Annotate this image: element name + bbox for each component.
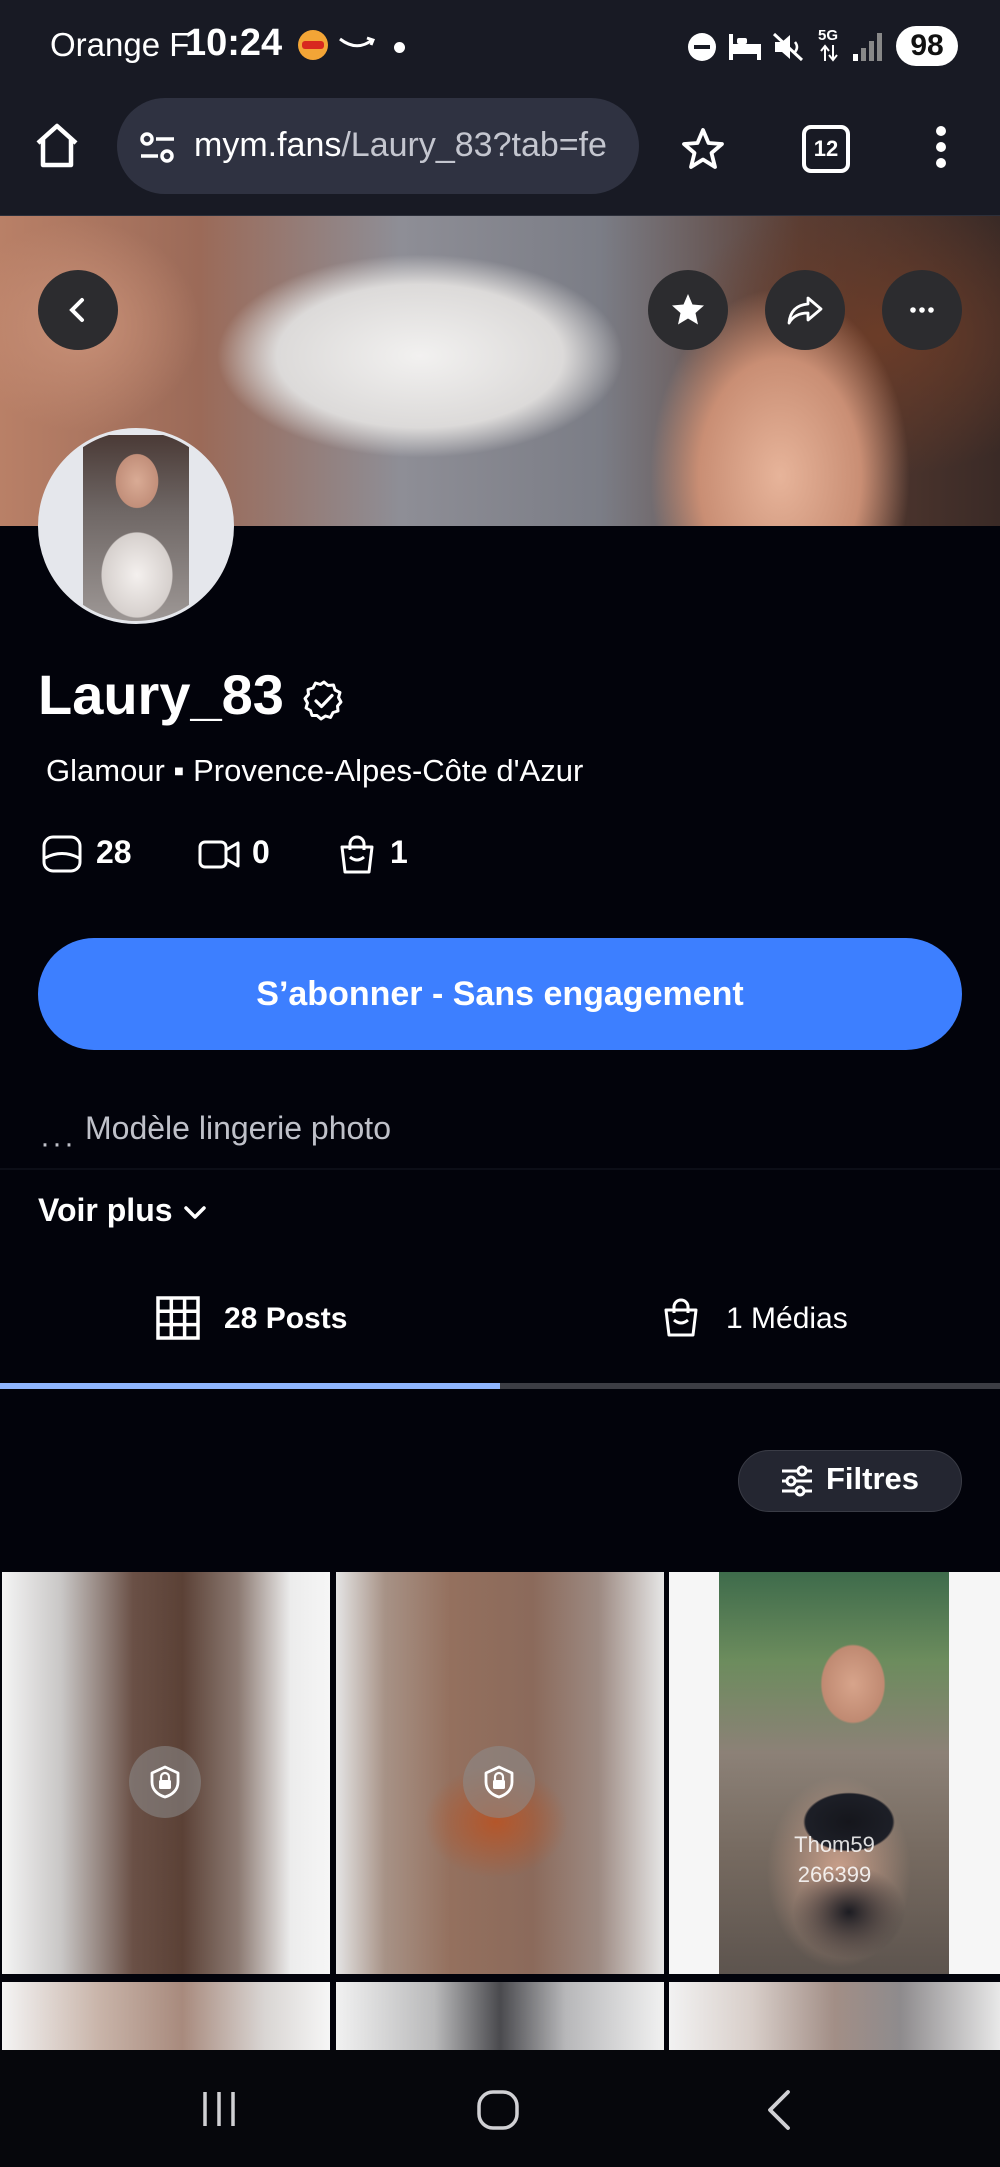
more-notifications-dot-icon — [394, 42, 405, 53]
filters-label[interactable]: Filtres — [826, 1461, 919, 1497]
video-icon — [198, 835, 240, 873]
tab-active-indicator — [0, 1383, 500, 1389]
shopping-bag-icon — [338, 835, 376, 875]
post-tile-photo[interactable]: Thom59 266399 — [669, 1572, 1000, 1974]
videos-count: 0 — [252, 834, 270, 870]
medias-count: 1 — [390, 834, 408, 870]
watermark-user: Thom59 — [794, 1832, 875, 1857]
browser-menu-icon[interactable] — [935, 126, 947, 168]
profile-location: Provence-Alpes-Côte d'Azur — [193, 753, 584, 788]
sleep-mode-icon — [727, 30, 763, 64]
url-text[interactable]: mym.fans/Laury_83?tab=fe — [194, 126, 607, 165]
avatar-photo — [83, 435, 189, 621]
back-arrow-icon — [69, 298, 84, 322]
photos-icon — [42, 835, 82, 873]
bag-icon[interactable] — [662, 1298, 700, 1338]
verified-badge-icon — [301, 678, 347, 724]
lock-icon — [150, 1765, 180, 1799]
clock: 10:24 — [185, 22, 283, 64]
bio-prefix: ··· — [40, 1127, 76, 1160]
profile-meta: Glamour ▪ Provence-Alpes-Côte d'Azur — [46, 753, 583, 789]
more-options-button[interactable] — [882, 270, 962, 350]
star-icon — [672, 294, 704, 325]
lock-badge — [463, 1746, 535, 1818]
bookmark-star-icon[interactable] — [680, 126, 726, 172]
battery-level: 98 — [896, 26, 958, 66]
post-tile-locked[interactable] — [336, 1572, 664, 1974]
profile-username: Laury_83 — [38, 663, 284, 726]
mute-icon — [771, 30, 805, 64]
photos-count: 28 — [96, 834, 132, 870]
do-not-disturb-icon — [687, 32, 717, 62]
share-button[interactable] — [765, 270, 845, 350]
url-path: /Laury_83?tab=fe — [341, 126, 607, 164]
share-arrow-icon — [787, 296, 823, 325]
meta-separator: ▪ — [173, 753, 185, 788]
lock-icon — [484, 1765, 514, 1799]
burger-king-notification-icon — [298, 30, 328, 60]
bio-text: Modèle lingerie photo — [85, 1110, 391, 1146]
data-transfer-icon — [819, 44, 839, 62]
back-nav-icon[interactable] — [764, 2089, 794, 2131]
url-host: mym.fans — [194, 126, 342, 164]
ellipsis-icon — [910, 307, 934, 313]
favorite-button[interactable] — [648, 270, 728, 350]
tab-posts[interactable]: 28 Posts — [224, 1302, 347, 1336]
post-tile[interactable] — [336, 1982, 664, 2050]
home-nav-icon[interactable] — [476, 2089, 520, 2131]
post-tile[interactable] — [669, 1982, 1000, 2050]
avatar[interactable] — [38, 428, 234, 624]
home-icon[interactable] — [32, 121, 82, 169]
watermark-id: 266399 — [797, 1862, 872, 1887]
sliders-icon[interactable] — [780, 1465, 814, 1497]
network-type: 5G — [818, 27, 839, 44]
tab-medias[interactable]: 1 Médias — [726, 1302, 848, 1336]
tab-switcher-button[interactable]: 12 — [802, 125, 850, 173]
subscribe-button[interactable]: S’abonner - Sans engagement — [38, 938, 962, 1050]
site-settings-icon[interactable] — [138, 130, 178, 166]
signal-icon — [852, 30, 886, 62]
grid-icon[interactable] — [156, 1296, 200, 1340]
recent-apps-icon[interactable] — [199, 2090, 239, 2128]
profile-category: Glamour — [46, 753, 165, 788]
see-more-button[interactable]: Voir plus — [38, 1192, 173, 1229]
back-button[interactable] — [38, 270, 118, 350]
carrier-name: Orange F — [50, 26, 190, 63]
amazon-notification-icon — [338, 36, 376, 52]
post-photo — [719, 1572, 949, 1974]
post-tile[interactable] — [2, 1982, 330, 2050]
bio-fade-divider — [0, 1168, 1000, 1170]
lock-badge — [129, 1746, 201, 1818]
post-tile-locked[interactable] — [2, 1572, 330, 1974]
chevron-down-icon[interactable] — [182, 1202, 208, 1222]
